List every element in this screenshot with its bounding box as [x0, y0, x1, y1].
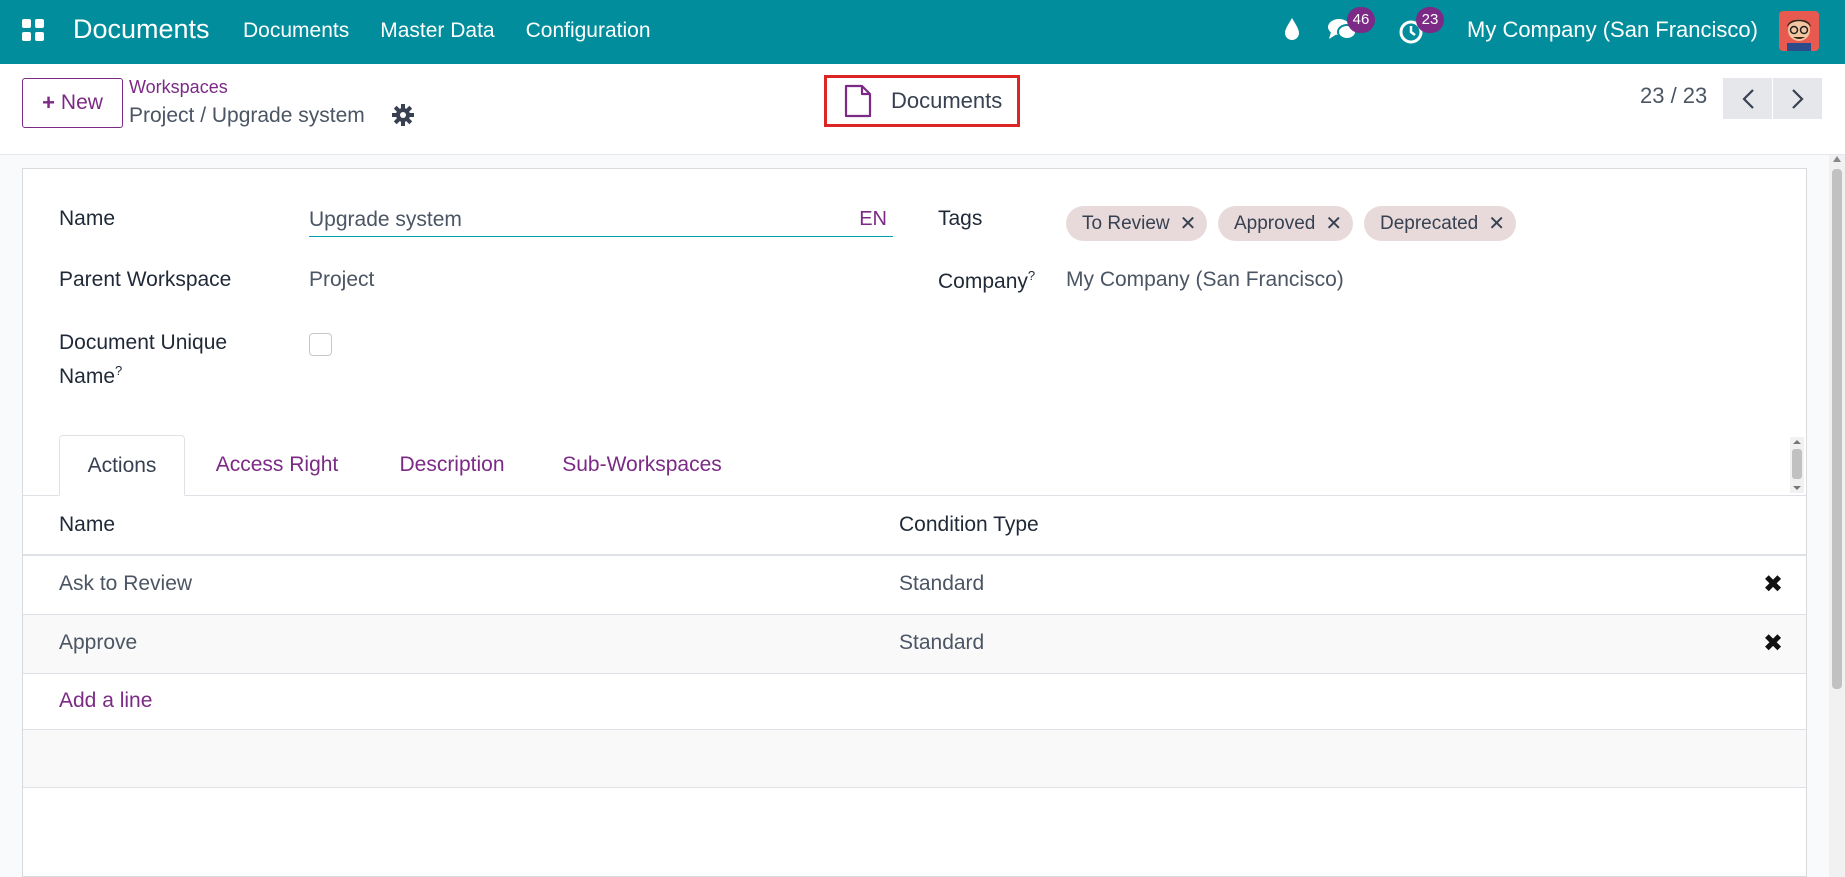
control-panel: + New Workspaces Project / Upgrade system… — [0, 64, 1845, 155]
tab-description[interactable]: Description — [379, 435, 525, 496]
row-condition-type[interactable]: Standard — [899, 572, 984, 596]
documents-smart-button[interactable]: Documents — [824, 75, 1020, 127]
user-avatar[interactable] — [1779, 11, 1819, 51]
menu-documents[interactable]: Documents — [243, 19, 349, 43]
remove-tag-icon[interactable]: ✕ — [1180, 211, 1197, 236]
remove-tag-icon[interactable]: ✕ — [1488, 211, 1505, 236]
delete-row-icon[interactable]: ✖ — [1763, 570, 1783, 599]
empty-table-row — [23, 729, 1806, 788]
tags-label: Tags — [938, 207, 983, 230]
pager-previous-button[interactable] — [1723, 78, 1772, 119]
tag-to-review: To Review ✕ — [1066, 206, 1208, 241]
new-button[interactable]: + New — [22, 78, 123, 128]
row-condition-type[interactable]: Standard — [899, 631, 984, 655]
name-field[interactable]: Upgrade system EN — [309, 206, 893, 237]
menu-configuration[interactable]: Configuration — [526, 19, 651, 43]
delete-row-icon[interactable]: ✖ — [1763, 629, 1783, 658]
gear-icon[interactable] — [392, 104, 414, 126]
activity-count-badge: 23 — [1416, 7, 1444, 33]
name-value[interactable]: Upgrade system — [309, 208, 462, 232]
smart-button-label: Documents — [891, 88, 1003, 113]
row-name[interactable]: Approve — [59, 631, 137, 655]
company-label: Company? — [938, 268, 1036, 293]
add-a-line-link[interactable]: Add a line — [59, 689, 152, 713]
chat-count-badge: 46 — [1347, 7, 1375, 33]
notebook-tabs: Actions Access Right Description Sub-Wor… — [23, 435, 1806, 496]
drop-icon[interactable] — [1282, 16, 1302, 42]
tab-actions[interactable]: Actions — [59, 435, 185, 496]
tab-sub-workspaces[interactable]: Sub-Workspaces — [547, 435, 737, 496]
breadcrumb-parent-link[interactable]: Workspaces — [129, 77, 228, 98]
company-value[interactable]: My Company (San Francisco) — [1066, 268, 1344, 292]
company-switcher[interactable]: My Company (San Francisco) — [1467, 17, 1758, 43]
form-sheet: Name Upgrade system EN Parent Workspace … — [22, 168, 1807, 877]
breadcrumb-current: Project / Upgrade system — [129, 104, 365, 127]
help-mark: ? — [1027, 268, 1036, 283]
scrollbar-thumb[interactable] — [1832, 169, 1842, 689]
document-unique-label-line1: Document Unique — [59, 331, 228, 354]
help-mark: ? — [115, 363, 123, 378]
column-condition-type-header[interactable]: Condition Type — [899, 513, 1039, 537]
apps-menu-icon[interactable] — [22, 19, 44, 41]
table-row[interactable]: Ask to Review Standard ✖ — [23, 556, 1806, 615]
language-button[interactable]: EN — [859, 208, 887, 231]
chevron-right-icon — [1791, 88, 1804, 109]
app-title[interactable]: Documents — [73, 14, 210, 45]
table-row[interactable]: Approve Standard ✖ — [23, 615, 1806, 674]
top-navbar: Documents Documents Master Data Configur… — [0, 0, 1845, 64]
menu-master-data[interactable]: Master Data — [380, 19, 494, 43]
row-name[interactable]: Ask to Review — [59, 572, 192, 596]
plus-icon: + — [42, 90, 55, 115]
parent-workspace-value[interactable]: Project — [309, 268, 374, 292]
tabs-scrollbar[interactable] — [1790, 437, 1804, 493]
top-menu: Documents Master Data Configuration — [243, 19, 682, 43]
scroll-up-arrow-icon[interactable] — [1833, 156, 1841, 162]
column-name-header[interactable]: Name — [59, 513, 115, 537]
chevron-left-icon — [1741, 88, 1754, 109]
tag-deprecated: Deprecated ✕ — [1364, 206, 1516, 241]
table-header: Name Condition Type — [23, 496, 1806, 556]
name-label: Name — [59, 207, 116, 230]
page-scrollbar[interactable] — [1829, 155, 1845, 877]
document-file-icon — [844, 84, 872, 118]
document-unique-label: Name? — [59, 363, 123, 388]
tag-approved: Approved ✕ — [1218, 206, 1354, 241]
tab-access-right[interactable]: Access Right — [197, 435, 357, 496]
pager-value[interactable]: 23 / 23 — [1640, 83, 1707, 109]
remove-tag-icon[interactable]: ✕ — [1325, 211, 1342, 236]
parent-workspace-label: Parent Workspace — [59, 268, 232, 291]
document-unique-name-checkbox[interactable] — [309, 333, 332, 356]
pager-next-button[interactable] — [1773, 78, 1822, 119]
